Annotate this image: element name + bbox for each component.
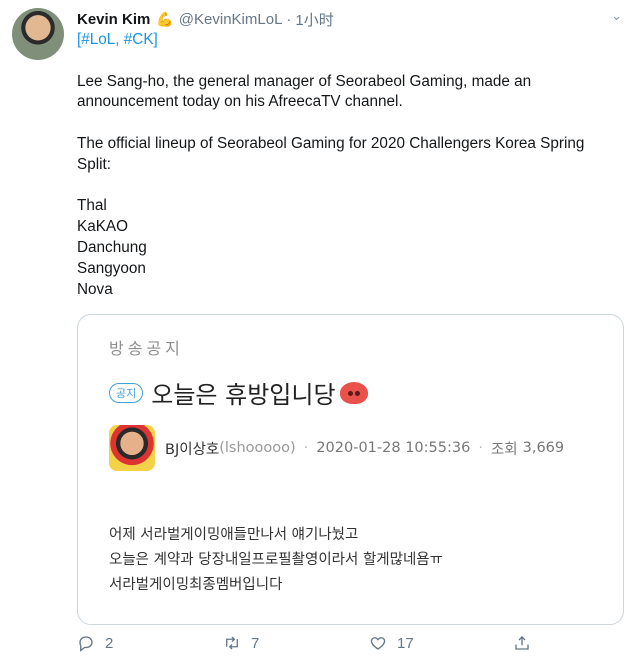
retweet-icon: [226, 636, 238, 650]
notice-body: 어제 서라벌게이밍애들만나서 얘기나눴고 오늘은 계약과 당장내일프로필촬영이라…: [109, 523, 443, 598]
tweet-header: Kevin Kim 💪 @KevinKimLoL · 1小时: [77, 8, 624, 30]
chevron-down-icon[interactable]: ⌄: [611, 8, 622, 24]
card-label: 방송공지: [109, 339, 184, 358]
body-line: 어제 서라벌게이밍애들만나서 얘기나눴고: [109, 527, 359, 543]
lineup-item: Danchung: [77, 238, 147, 256]
reply-count: 2: [105, 634, 114, 652]
lineup-item: Thal: [77, 197, 107, 215]
reply-icon: [79, 636, 93, 652]
hashtag-lol[interactable]: #LoL: [81, 31, 115, 48]
tweet-text: [#LoL, #CK] Lee Sang-ho, the general man…: [77, 30, 617, 300]
tweet-paragraph-1: Lee Sang-ho, the general manager of Seor…: [77, 72, 532, 111]
heart-icon: [370, 637, 386, 650]
author-name[interactable]: Kevin Kim: [77, 11, 150, 28]
card-title: 공지 오늘은 휴방입니당: [109, 375, 368, 410]
lineup-item: KaKAO: [77, 218, 129, 236]
separator-dot: ·: [478, 440, 483, 456]
separator-dot: ·: [303, 440, 309, 456]
retweet-count: 7: [251, 634, 260, 652]
bj-name: BJ이상호: [165, 441, 220, 458]
views-count: 3,669: [522, 440, 565, 456]
lineup-item: Nova: [77, 280, 113, 298]
bj-avatar: [109, 425, 155, 471]
hashtag-ck[interactable]: #CK: [124, 31, 154, 48]
body-line: 오늘은 계약과 당장내일프로필촬영이라서 할게많네욤ㅠ: [109, 552, 443, 568]
author-handle[interactable]: @KevinKimLoL: [179, 11, 283, 28]
body-line: 서라벌게이밍최종멤버입니다: [109, 577, 283, 593]
hashtags: [#LoL, #CK]: [77, 31, 158, 48]
tweet-time[interactable]: 1小时: [295, 9, 333, 30]
share-icon: [515, 636, 529, 650]
separator-dot: ·: [286, 10, 292, 28]
like-count: 17: [397, 634, 414, 652]
reply-button[interactable]: 2: [77, 634, 113, 652]
like-button[interactable]: 17: [369, 634, 414, 652]
pig-nose-icon: [339, 381, 368, 404]
author-avatar[interactable]: [12, 8, 64, 60]
post-meta: BJ이상호 (lshooooo) · 2020-01-28 10:55:36 ·…: [109, 425, 564, 471]
tweet-paragraph-2: The official lineup of Seorabeol Gaming …: [77, 134, 585, 173]
share-button[interactable]: [513, 634, 541, 652]
embedded-image-card[interactable]: 방송공지 공지 오늘은 휴방입니당 BJ이상호 (lshooooo) · 202…: [77, 314, 624, 625]
notice-tag: 공지: [109, 382, 144, 403]
lineup-item: Sangyoon: [77, 259, 146, 277]
arm-flex-icon: 💪: [156, 10, 174, 27]
retweet-button[interactable]: 7: [223, 634, 259, 652]
post-datetime: 2020-01-28 10:55:36: [316, 440, 471, 456]
bj-id: (lshooooo): [219, 440, 296, 456]
tweet-actions: 2 7 17: [77, 630, 547, 656]
views-label: 조회: [490, 441, 518, 458]
notice-title: 오늘은 휴방입니당: [151, 381, 336, 409]
